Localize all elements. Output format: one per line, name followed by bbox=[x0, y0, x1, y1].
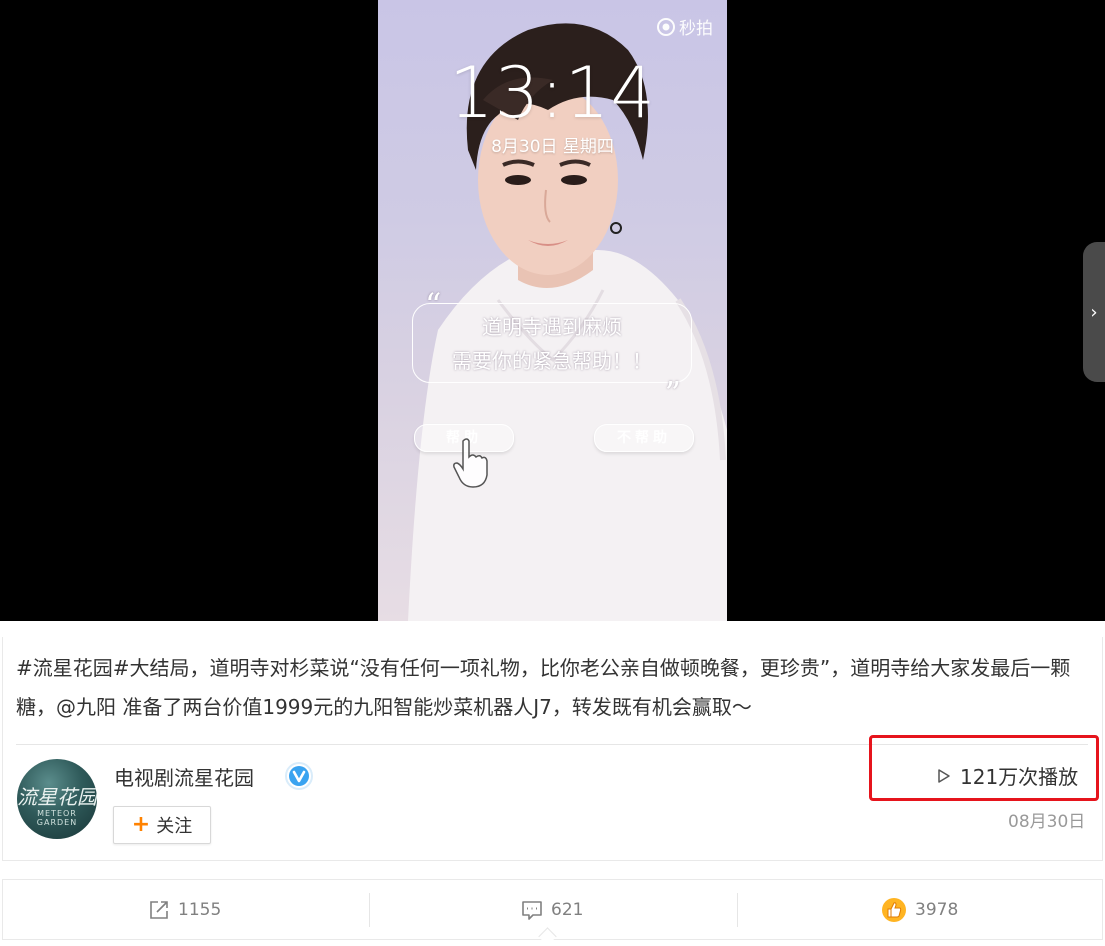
video-frame[interactable]: 秒拍 13:14 8月30日 星期四 “ 道明寺遇到麻烦 需要你的紧急帮助！！ … bbox=[378, 0, 727, 621]
like-count: 3978 bbox=[915, 900, 959, 920]
follow-label: 关注 bbox=[156, 816, 193, 837]
pointing-hand-icon bbox=[453, 438, 488, 488]
verified-v-icon bbox=[289, 766, 309, 786]
bubble-line-1: 道明寺遇到麻烦 bbox=[482, 315, 622, 339]
comment-count: 621 bbox=[551, 900, 584, 920]
post-text: #流星花园#大结局，道明寺对杉菜说“没有任何一项礼物，比你老公亲自做顿晚餐，更珍… bbox=[16, 656, 1071, 719]
chevron-right-icon: › bbox=[1090, 301, 1098, 323]
follow-button[interactable]: + 关注 bbox=[113, 806, 211, 844]
avatar-logo-sub: METEOR GARDEN bbox=[36, 809, 78, 827]
comment-button[interactable]: 621 bbox=[521, 893, 583, 927]
plus-icon: + bbox=[131, 812, 151, 837]
avatar[interactable]: 流星花园 METEOR GARDEN bbox=[17, 759, 97, 839]
repost-icon bbox=[150, 901, 168, 919]
avatar-logo-text: 流星花园 bbox=[17, 785, 97, 809]
repost-count: 1155 bbox=[178, 900, 222, 920]
lock-screen-date: 8月30日 星期四 bbox=[491, 137, 614, 157]
message-bubble: “ 道明寺遇到麻烦 需要你的紧急帮助！！ ” bbox=[412, 288, 692, 410]
comment-icon bbox=[522, 901, 542, 920]
miaopai-watermark: 秒拍 bbox=[656, 14, 713, 39]
no-help-button[interactable]: 不帮助 bbox=[594, 424, 694, 452]
quote-close-mark: ” bbox=[664, 374, 681, 412]
account-name[interactable]: 电视剧流星花园 bbox=[114, 762, 254, 791]
quote-open-mark: “ bbox=[425, 286, 442, 324]
watermark-label: 秒拍 bbox=[679, 19, 713, 39]
action-separator bbox=[369, 893, 370, 927]
action-separator bbox=[737, 893, 738, 927]
video-player[interactable]: 秒拍 13:14 8月30日 星期四 “ 道明寺遇到麻烦 需要你的紧急帮助！！ … bbox=[0, 0, 1105, 621]
thumbs-up-icon bbox=[882, 898, 906, 922]
play-icon bbox=[938, 768, 950, 783]
camera-icon bbox=[657, 17, 675, 36]
play-count-label: 121万次播放 bbox=[960, 765, 1079, 789]
like-button[interactable]: 3978 bbox=[881, 893, 958, 927]
repost-button[interactable]: 1155 bbox=[148, 893, 221, 927]
play-count: 121万次播放 bbox=[936, 761, 1078, 790]
lock-screen-time: 13:14 bbox=[449, 52, 656, 134]
next-video-arrow[interactable]: › bbox=[1083, 242, 1105, 382]
post-date: 08月30日 bbox=[1008, 812, 1086, 832]
verified-badge bbox=[285, 762, 313, 790]
bubble-line-2: 需要你的紧急帮助！！ bbox=[452, 349, 652, 373]
